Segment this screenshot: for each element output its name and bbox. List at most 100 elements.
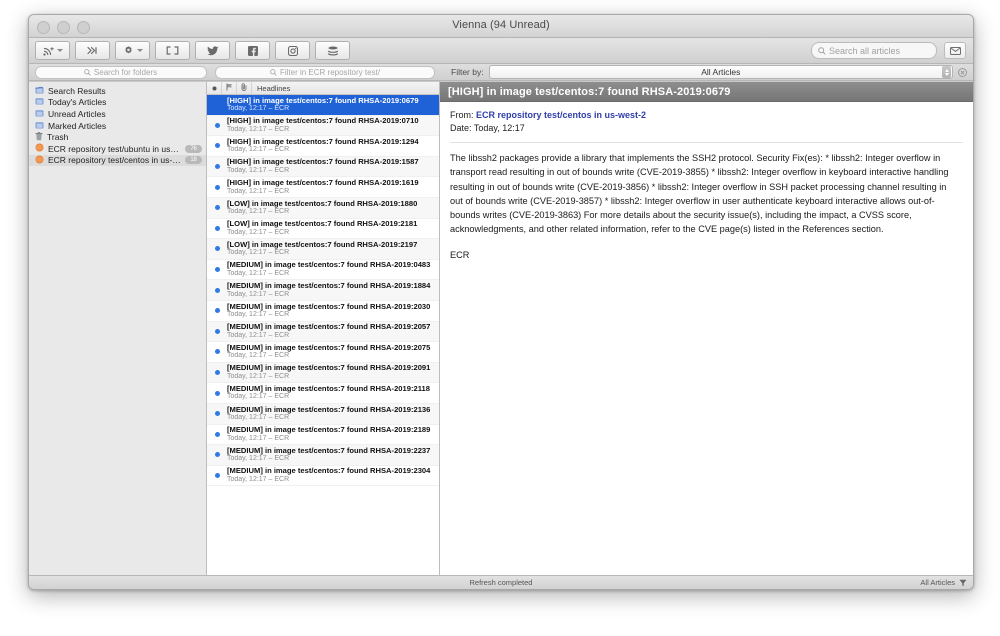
- unread-dot-icon[interactable]: [207, 143, 227, 149]
- share-stack-button[interactable]: [315, 41, 350, 60]
- article-list-item-title: [MEDIUM] in image test/centos:7 found RH…: [227, 363, 431, 373]
- article-list-item-title: [MEDIUM] in image test/centos:7 found RH…: [227, 260, 431, 270]
- article-list-item[interactable]: [MEDIUM] in image test/centos:7 found RH…: [207, 260, 439, 281]
- article-list-item[interactable]: [MEDIUM] in image test/centos:7 found RH…: [207, 362, 439, 384]
- unread-dot-icon[interactable]: [207, 267, 227, 273]
- column-read-status[interactable]: [207, 82, 222, 94]
- share-twitter-button[interactable]: [195, 41, 230, 60]
- share-facebook-button[interactable]: [235, 41, 270, 60]
- stepper-icon[interactable]: [942, 66, 951, 78]
- smart-folder-icon: [35, 121, 44, 131]
- column-headlines[interactable]: Headlines: [252, 82, 439, 94]
- article-list-item[interactable]: [HIGH] in image test/centos:7 found RHSA…: [207, 156, 439, 178]
- date-label: Date:: [450, 123, 472, 134]
- article-list-item[interactable]: [HIGH] in image test/centos:7 found RHSA…: [207, 136, 439, 157]
- filter-by-container: Filter by: All Articles: [441, 65, 973, 79]
- article-from-link[interactable]: ECR repository test/centos in us-west-2: [476, 110, 646, 120]
- search-icon: [818, 42, 826, 60]
- clear-filter-icon[interactable]: [958, 67, 967, 77]
- paperclip-icon: [241, 83, 248, 93]
- sidebar-item-label: Search Results: [48, 85, 106, 96]
- article-detail: [HIGH] in image test/centos:7 found RHSA…: [440, 82, 973, 575]
- unread-dot-icon[interactable]: [207, 122, 227, 128]
- article-meta: From: ECR repository test/centos in us-w…: [440, 102, 973, 135]
- unread-dot-icon[interactable]: [207, 411, 227, 417]
- article-view-button[interactable]: [155, 41, 190, 60]
- search-all-articles-input[interactable]: Search all articles: [811, 42, 937, 59]
- article-body: The libssh2 packages provide a library t…: [440, 143, 973, 273]
- sidebar-item-ecr-ubuntu[interactable]: ECR repository test/ubuntu in us-west-2 …: [29, 143, 206, 155]
- article-list-item-title: [LOW] in image test/centos:7 found RHSA-…: [227, 239, 418, 249]
- list-filter-container: Filter in ECR repository test/: [209, 65, 441, 79]
- unread-dot-icon[interactable]: [207, 452, 227, 458]
- unread-dot-icon[interactable]: [207, 328, 227, 334]
- article-list-item[interactable]: [MEDIUM] in image test/centos:7 found RH…: [207, 342, 439, 363]
- filter-by-select[interactable]: All Articles: [488, 65, 953, 79]
- sidebar-item-marked-articles[interactable]: Marked Articles: [29, 120, 206, 132]
- sidebar-item-label: Trash: [47, 132, 69, 143]
- skip-folder-button[interactable]: [75, 41, 110, 60]
- unread-dot-icon[interactable]: [207, 349, 227, 355]
- unread-dot-icon[interactable]: [207, 370, 227, 376]
- article-list-item[interactable]: [MEDIUM] in image test/centos:7 found RH…: [207, 445, 439, 466]
- folder-search-input[interactable]: Search for folders: [34, 63, 207, 81]
- search-icon: [84, 63, 91, 81]
- article-list-item[interactable]: [LOW] in image test/centos:7 found RHSA-…: [207, 239, 439, 260]
- actions-button[interactable]: [115, 41, 150, 60]
- article-list-item-text: [HIGH] in image test/centos:7 found RHSA…: [227, 137, 439, 155]
- article-list-item[interactable]: [MEDIUM] in image test/centos:7 found RH…: [207, 383, 439, 404]
- article-date-line: Date: Today, 12:17: [450, 122, 963, 135]
- article-list-item-meta: Today, 12:17 – ECR: [227, 166, 290, 174]
- article-brackets-icon: [166, 46, 179, 55]
- article-list-item[interactable]: [MEDIUM] in image test/centos:7 found RH…: [207, 301, 439, 322]
- status-filter[interactable]: All Articles: [920, 574, 967, 590]
- unread-dot-icon[interactable]: [207, 390, 227, 396]
- unread-dot-icon[interactable]: [207, 184, 227, 190]
- smart-folder-icon: [35, 97, 44, 107]
- unread-dot-icon[interactable]: [207, 287, 227, 293]
- funnel-icon[interactable]: [959, 574, 967, 590]
- article-list-item[interactable]: [HIGH] in image test/centos:7 found RHSA…: [207, 95, 439, 116]
- article-list-item[interactable]: [LOW] in image test/centos:7 found RHSA-…: [207, 197, 439, 219]
- article-list-item[interactable]: [HIGH] in image test/centos:7 found RHSA…: [207, 115, 439, 137]
- article-list-item[interactable]: [MEDIUM] in image test/centos:7 found RH…: [207, 321, 439, 343]
- article-list-item[interactable]: [MEDIUM] in image test/centos:7 found RH…: [207, 466, 439, 487]
- status-message: Refresh completed: [469, 578, 533, 587]
- sidebar-item-search-results[interactable]: Search Results: [29, 85, 206, 97]
- unread-dot-icon[interactable]: [207, 246, 227, 252]
- unread-dot-icon[interactable]: [207, 308, 227, 314]
- article-list-item-text: [MEDIUM] in image test/centos:7 found RH…: [227, 405, 439, 423]
- chevron-down-icon: [136, 49, 143, 52]
- instagram-icon: [287, 45, 298, 56]
- article-list-item-text: [LOW] in image test/centos:7 found RHSA-…: [227, 199, 439, 217]
- share-instagram-button[interactable]: [275, 41, 310, 60]
- article-list-item[interactable]: [MEDIUM] in image test/centos:7 found RH…: [207, 425, 439, 446]
- feed-icon: [35, 155, 44, 166]
- article-detail-header: [HIGH] in image test/centos:7 found RHSA…: [440, 82, 973, 102]
- article-list-item[interactable]: [LOW] in image test/centos:7 found RHSA-…: [207, 219, 439, 240]
- unread-badge: 18: [185, 156, 202, 165]
- list-filter-input[interactable]: Filter in ECR repository test/: [215, 65, 435, 79]
- article-list-item[interactable]: [MEDIUM] in image test/centos:7 found RH…: [207, 403, 439, 425]
- unread-dot-icon[interactable]: [207, 205, 227, 211]
- mail-button[interactable]: [944, 42, 966, 59]
- subscribe-button[interactable]: [35, 41, 70, 60]
- article-list-item-title: [HIGH] in image test/centos:7 found RHSA…: [227, 95, 419, 105]
- unread-dot-icon[interactable]: [207, 225, 227, 231]
- unread-dot-icon[interactable]: [207, 472, 227, 478]
- unread-dot-icon[interactable]: [207, 164, 227, 170]
- article-list-item-meta: Today, 12:17 – ECR: [227, 331, 290, 339]
- sidebar-item-ecr-centos[interactable]: ECR repository test/centos in us-west-2 …: [29, 154, 206, 167]
- sidebar-item-trash[interactable]: Trash: [29, 131, 206, 143]
- article-list-item[interactable]: [MEDIUM] in image test/centos:7 found RH…: [207, 280, 439, 301]
- sidebar-item-unread-articles[interactable]: Unread Articles: [29, 108, 206, 120]
- unread-dot-icon[interactable]: [207, 431, 227, 437]
- sidebar-item-label: ECR repository test/centos in us-west-2: [48, 155, 181, 166]
- article-list-item-title: [MEDIUM] in image test/centos:7 found RH…: [227, 425, 431, 435]
- sidebar-item-todays-articles[interactable]: Today's Articles: [29, 97, 206, 109]
- column-attachment[interactable]: [237, 82, 252, 94]
- window-titlebar[interactable]: Vienna (94 Unread): [29, 15, 973, 38]
- article-list-item[interactable]: [HIGH] in image test/centos:7 found RHSA…: [207, 177, 439, 198]
- article-list-item-text: [MEDIUM] in image test/centos:7 found RH…: [227, 260, 439, 278]
- column-flag[interactable]: [222, 82, 237, 94]
